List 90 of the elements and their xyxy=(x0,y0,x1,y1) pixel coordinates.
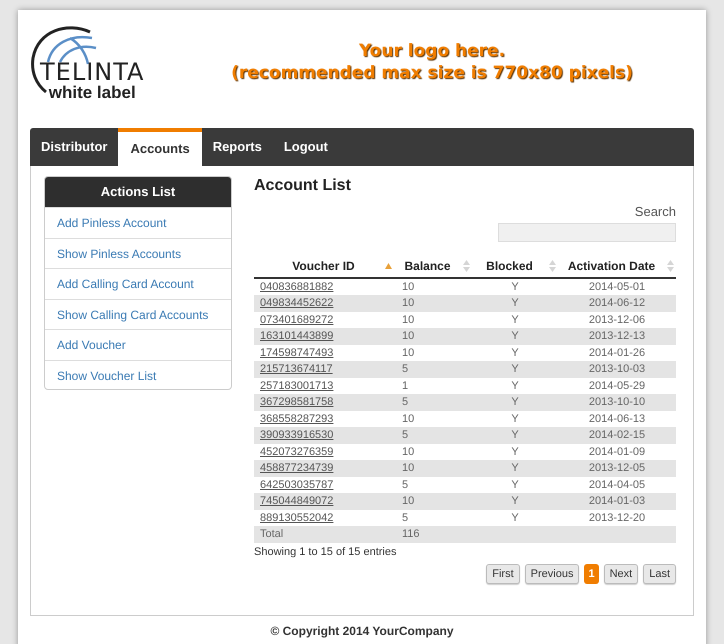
voucher-link[interactable]: 215713674117 xyxy=(260,363,333,375)
entries-info: Showing 1 to 15 of 15 entries xyxy=(254,544,398,560)
table-cell: 5 xyxy=(402,478,408,490)
action-link[interactable]: Show Voucher List xyxy=(45,360,231,389)
table-cell: 2013-12-13 xyxy=(588,330,646,342)
page-button[interactable]: Next xyxy=(604,564,638,584)
voucher-link[interactable]: 163101443899 xyxy=(260,330,334,342)
table-cell: 2014-02-15 xyxy=(588,429,646,441)
voucher-link[interactable]: 745044849072 xyxy=(260,495,334,507)
table-cell: 2014-06-13 xyxy=(588,412,646,424)
table-cell: Y xyxy=(511,346,519,358)
table-cell: 1 xyxy=(402,380,408,392)
table-cell: 2014-01-03 xyxy=(588,495,646,507)
table-cell: Y xyxy=(511,478,519,490)
voucher-link[interactable]: 257183001713 xyxy=(260,380,334,392)
table-cell: 10 xyxy=(402,297,414,309)
page-title: Account List xyxy=(254,176,352,196)
voucher-link[interactable]: 049834452622 xyxy=(260,297,334,309)
logo-tagline: white label xyxy=(48,84,136,101)
table-cell: Y xyxy=(511,446,519,458)
table-cell: Y xyxy=(511,380,519,392)
voucher-link[interactable]: 458877234739 xyxy=(260,462,334,474)
panel-header: Actions List xyxy=(45,177,231,207)
nav-tab[interactable]: Distributor xyxy=(30,128,118,166)
table-cell: Y xyxy=(511,429,519,441)
table-cell: 2013-12-20 xyxy=(588,512,646,524)
table-cell: Y xyxy=(511,462,519,474)
action-link[interactable]: Add Calling Card Account xyxy=(45,268,231,298)
table-cell: 10 xyxy=(402,330,414,342)
table-cell: 5 xyxy=(402,429,408,441)
table-cell: 10 xyxy=(402,446,414,458)
action-link[interactable]: Show Calling Card Accounts xyxy=(45,298,231,329)
table-cell: 10 xyxy=(402,346,414,358)
table-cell: 2014-01-26 xyxy=(588,346,646,358)
table-cell: Y xyxy=(511,396,519,408)
page-button[interactable]: Last xyxy=(643,564,676,584)
nav-tab[interactable]: Logout xyxy=(272,128,339,166)
column-header[interactable]: Blocked xyxy=(472,256,558,278)
voucher-link[interactable]: 368558287293 xyxy=(260,412,334,424)
table-cell: 10 xyxy=(402,412,414,424)
action-link[interactable]: Add Voucher xyxy=(45,329,231,360)
table-cell: 2014-05-01 xyxy=(588,280,646,292)
table-cell: 5 xyxy=(402,363,408,375)
voucher-link[interactable]: 390933916530 xyxy=(260,429,334,441)
table-cell: 10 xyxy=(402,280,414,292)
voucher-link[interactable]: 367298581758 xyxy=(260,396,334,408)
table-cell: Y xyxy=(511,495,519,507)
voucher-link[interactable]: 452073276359 xyxy=(260,446,334,458)
table-cell: 2013-10-03 xyxy=(588,363,646,375)
table-cell: 10 xyxy=(402,495,414,507)
voucher-link[interactable]: 174598747493 xyxy=(260,346,334,358)
column-header[interactable]: Voucher ID xyxy=(254,256,394,278)
table-cell: Y xyxy=(511,330,519,342)
table-cell: Y xyxy=(511,412,519,424)
column-header[interactable]: Balance xyxy=(394,256,472,278)
banner-text: (recommended max size is 770x80 pixels) xyxy=(231,62,633,84)
table-cell: 2013-10-10 xyxy=(588,396,646,408)
table-cell: Y xyxy=(511,314,519,326)
total-value: 116 xyxy=(402,528,420,540)
action-link[interactable]: Show Pinless Accounts xyxy=(45,238,231,268)
table-cell: 5 xyxy=(402,512,408,524)
banner-text: Your logo here. xyxy=(358,40,506,62)
table-cell: 2014-06-12 xyxy=(588,297,646,309)
table-cell: 5 xyxy=(402,396,408,408)
action-link[interactable]: Add Pinless Account xyxy=(45,207,231,238)
table-cell: Y xyxy=(511,512,519,524)
nav-tab[interactable]: Accounts xyxy=(118,128,202,166)
voucher-link[interactable]: 040836881882 xyxy=(260,280,334,292)
footer-copyright: © Copyright 2014 YourCompany xyxy=(270,623,454,640)
page-button[interactable]: First xyxy=(486,564,520,584)
table-cell: Y xyxy=(511,363,519,375)
table-cell: 2014-01-09 xyxy=(588,446,646,458)
voucher-link[interactable]: 889130552042 xyxy=(260,512,334,524)
voucher-link[interactable]: 642503035787 xyxy=(260,478,334,490)
nav-tab[interactable]: Reports xyxy=(202,128,273,166)
table-cell: 2014-05-29 xyxy=(588,380,646,392)
voucher-link[interactable]: 073401689272 xyxy=(260,314,334,326)
table-cell: 2013-12-05 xyxy=(588,462,646,474)
logo-wordmark: TELINTA xyxy=(40,60,144,84)
table-cell: 2014-04-05 xyxy=(588,478,646,490)
table-cell: 10 xyxy=(402,462,414,474)
table-cell: 10 xyxy=(402,314,414,326)
table-cell: 2013-12-06 xyxy=(588,314,646,326)
total-label: Total xyxy=(260,528,284,540)
table-cell: Y xyxy=(511,280,519,292)
table-cell: Y xyxy=(511,297,519,309)
search-label: Search xyxy=(634,203,676,221)
search-field[interactable] xyxy=(498,222,676,242)
column-header[interactable]: Activation Date xyxy=(558,256,676,278)
page-button[interactable]: Previous xyxy=(524,564,580,584)
